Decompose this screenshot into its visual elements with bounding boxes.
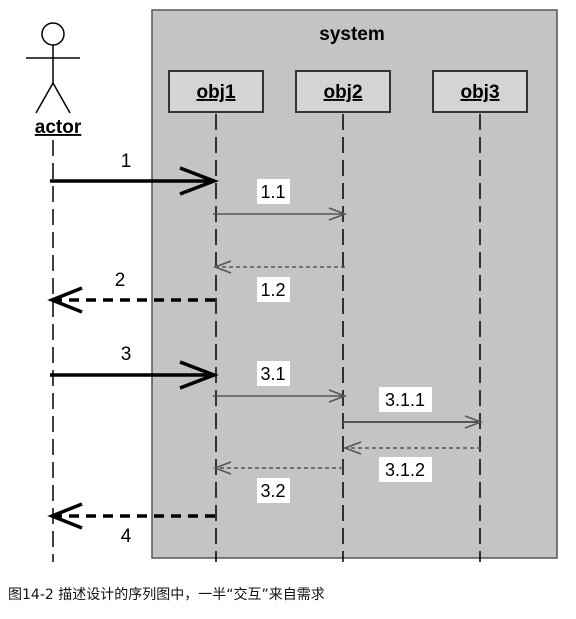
message-1-label: 1 [121,151,132,172]
message-3-1-label: 3.1 [260,364,285,384]
message-2-label: 2 [115,270,126,291]
message-3-2-label: 3.2 [260,481,285,501]
sequence-diagram: system actor obj1 obj2 obj3 1 1.1 1.2 2 … [26,9,558,562]
obj1-label: obj1 [196,82,235,103]
message-3-1-1-label: 3.1.1 [385,390,425,410]
obj2-label: obj2 [323,82,362,103]
system-label: system [319,24,385,45]
figure-caption: 图14-2 描述设计的序列图中，一半“交互”来自需求 [8,587,325,603]
actor-right-leg [52,82,71,114]
actor-figure [26,22,80,114]
actor-label: actor [35,117,82,138]
message-3-1-2-label: 3.1.2 [385,460,425,480]
message-4-label: 4 [121,526,132,547]
actor-head [41,22,65,46]
message-3-label: 3 [121,344,132,365]
actor-left-leg [35,82,54,114]
message-1-1-label: 1.1 [260,182,285,202]
message-1-2-label: 1.2 [260,280,285,300]
obj3-label: obj3 [460,82,499,103]
